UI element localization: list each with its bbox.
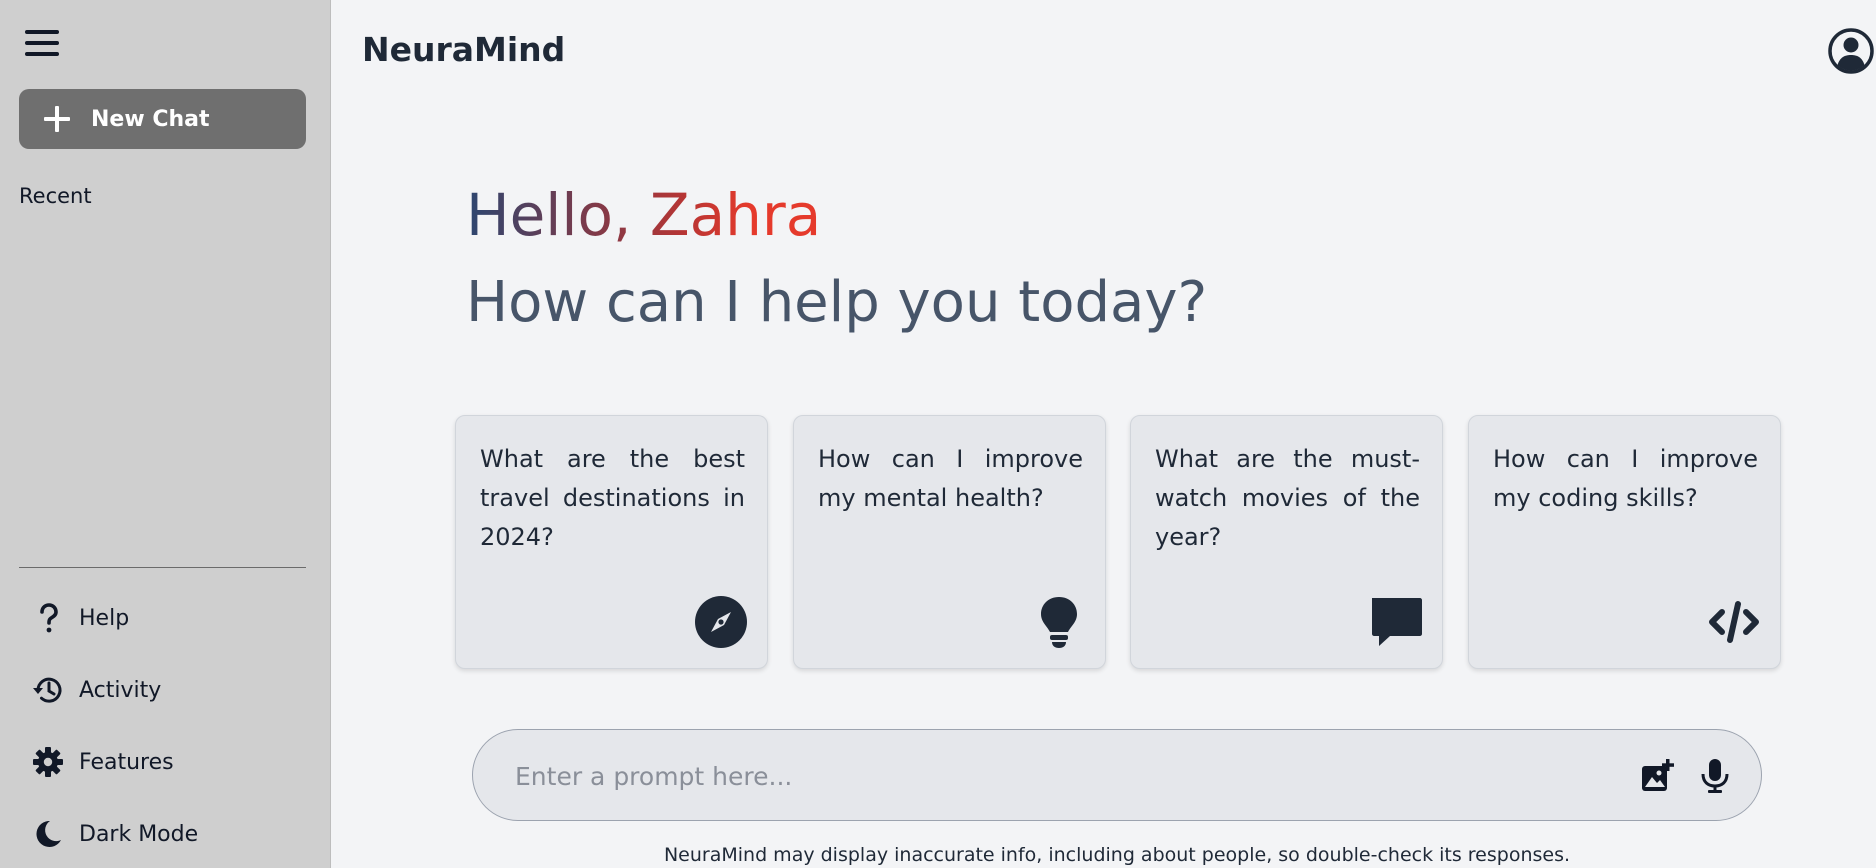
recent-heading: Recent <box>19 184 92 208</box>
sidebar: New Chat Recent Help Activity Features D… <box>0 0 331 868</box>
new-chat-label: New Chat <box>91 106 210 132</box>
sidebar-item-help[interactable]: Help <box>31 598 129 638</box>
app-brand: NeuraMind <box>362 30 566 69</box>
sidebar-item-features[interactable]: Features <box>31 742 174 782</box>
question-icon <box>31 601 65 635</box>
sidebar-item-label: Help <box>79 605 130 631</box>
hamburger-menu-icon[interactable] <box>22 28 62 58</box>
suggestion-card-text: What are the best travel destinations in… <box>480 445 745 551</box>
suggestion-card-text: How can I improve my mental health? <box>818 445 1083 512</box>
prompt-input[interactable] <box>515 752 1515 800</box>
microphone-icon[interactable] <box>1697 758 1733 794</box>
plus-icon <box>44 106 70 132</box>
prompt-bar <box>472 729 1762 821</box>
code-icon <box>1706 594 1762 650</box>
sidebar-item-label: Dark Mode <box>79 821 199 847</box>
sidebar-item-activity[interactable]: Activity <box>31 670 161 710</box>
history-icon <box>31 673 65 707</box>
disclaimer-text: NeuraMind may display inaccurate info, i… <box>663 844 1571 866</box>
greeting-title: Hello, Zahra <box>466 181 822 249</box>
compass-icon <box>693 594 749 650</box>
suggestion-card-mental-health[interactable]: How can I improve my mental health? <box>793 415 1106 669</box>
suggestion-card-movies[interactable]: What are the must-watch movies of the ye… <box>1130 415 1443 669</box>
suggestion-card-coding[interactable]: How can I improve my coding skills? <box>1468 415 1781 669</box>
user-circle-icon[interactable] <box>1828 28 1874 74</box>
sidebar-item-label: Activity <box>79 677 162 703</box>
message-icon <box>1368 594 1424 650</box>
add-image-icon[interactable] <box>1639 758 1675 794</box>
sidebar-divider <box>19 567 306 568</box>
moon-icon <box>31 817 65 851</box>
suggestion-card-travel[interactable]: What are the best travel destinations in… <box>455 415 768 669</box>
lightbulb-icon <box>1031 594 1087 650</box>
new-chat-button[interactable]: New Chat <box>19 89 306 149</box>
sidebar-item-label: Features <box>79 749 174 775</box>
suggestion-card-text: What are the must-watch movies of the ye… <box>1155 445 1420 551</box>
greeting-subtitle: How can I help you today? <box>466 270 1208 335</box>
gear-icon <box>31 745 65 779</box>
suggestion-card-text: How can I improve my coding skills? <box>1493 445 1758 512</box>
sidebar-item-dark-mode[interactable]: Dark Mode <box>31 814 198 854</box>
